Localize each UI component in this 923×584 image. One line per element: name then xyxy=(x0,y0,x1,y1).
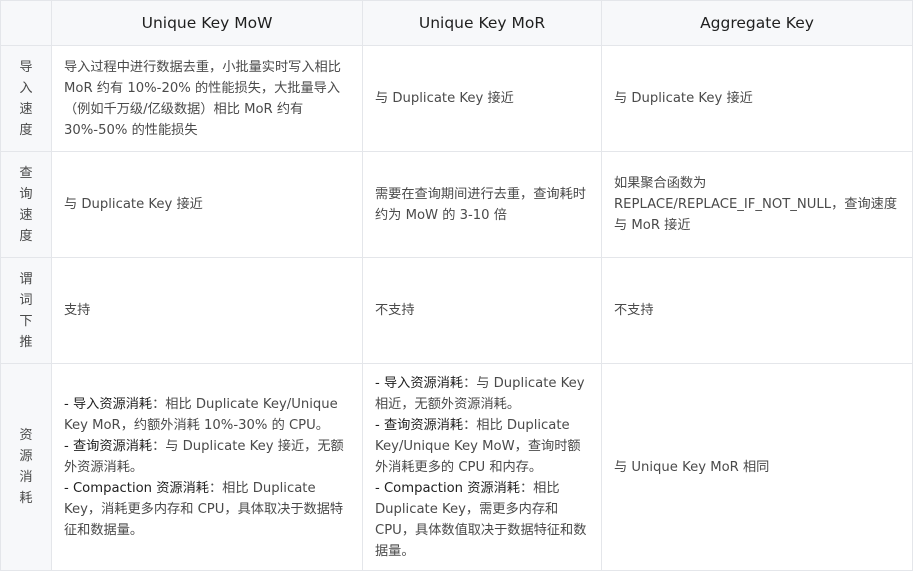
comparison-table: Unique Key MoW Unique Key MoR Aggregate … xyxy=(0,0,913,571)
header-aggregate-key: Aggregate Key xyxy=(601,0,913,46)
resource-line: - 导入资源消耗：相比 Duplicate Key/Unique Key MoR… xyxy=(64,394,350,436)
header-unique-key-mow: Unique Key MoW xyxy=(51,0,363,46)
table-cell: 与 Unique Key MoR 相同 xyxy=(601,363,913,571)
row-label-import-speed: 导入速度 xyxy=(0,45,52,152)
table-row: 资源消耗 - 导入资源消耗：相比 Duplicate Key/Unique Ke… xyxy=(0,363,913,571)
table-row: 导入速度 导入过程中进行数据去重，小批量实时写入相比 MoR 约有 10%-20… xyxy=(0,45,913,152)
resource-key: - Compaction 资源消耗 xyxy=(64,480,209,496)
table-cell: 不支持 xyxy=(362,257,602,364)
table-cell: - 导入资源消耗：与 Duplicate Key 相近，无额外资源消耗。 - 查… xyxy=(362,363,602,571)
table-row: 查询速度 与 Duplicate Key 接近 需要在查询期间进行去重，查询耗时… xyxy=(0,151,913,258)
resource-key: - 导入资源消耗 xyxy=(64,396,153,412)
header-row: Unique Key MoW Unique Key MoR Aggregate … xyxy=(0,0,913,46)
resource-line: - Compaction 资源消耗：相比 Duplicate Key，消耗更多内… xyxy=(64,478,350,541)
table-cell: 支持 xyxy=(51,257,363,364)
row-label-text: 谓词下推 xyxy=(19,271,33,350)
table-row: 谓词下推 支持 不支持 不支持 xyxy=(0,257,913,364)
resource-line: - Compaction 资源消耗：相比 Duplicate Key，需更多内存… xyxy=(375,478,589,562)
row-label-predicate-pushdown: 谓词下推 xyxy=(0,257,52,364)
row-label-query-speed: 查询速度 xyxy=(0,151,52,258)
table-cell: 与 Duplicate Key 接近 xyxy=(51,151,363,258)
resource-line: - 导入资源消耗：与 Duplicate Key 相近，无额外资源消耗。 xyxy=(375,373,589,415)
resource-key: - 查询资源消耗 xyxy=(64,438,153,454)
table-cell: 如果聚合函数为 REPLACE/REPLACE_IF_NOT_NULL，查询速度… xyxy=(601,151,913,258)
resource-key: - 导入资源消耗 xyxy=(375,375,464,391)
row-label-text: 资源消耗 xyxy=(19,428,33,506)
row-label-text: 导入速度 xyxy=(19,59,33,138)
row-label-text: 查询速度 xyxy=(19,165,33,244)
table-cell: 与 Duplicate Key 接近 xyxy=(601,45,913,152)
resource-line: - 查询资源消耗：与 Duplicate Key 接近，无额外资源消耗。 xyxy=(64,436,350,478)
table-cell: 导入过程中进行数据去重，小批量实时写入相比 MoR 约有 10%-20% 的性能… xyxy=(51,45,363,152)
resource-key: - Compaction 资源消耗 xyxy=(375,480,520,496)
table-cell: 不支持 xyxy=(601,257,913,364)
table-cell: - 导入资源消耗：相比 Duplicate Key/Unique Key MoR… xyxy=(51,363,363,571)
resource-key: - 查询资源消耗 xyxy=(375,417,464,433)
row-label-resource-usage: 资源消耗 xyxy=(0,363,52,571)
resource-line: - 查询资源消耗：相比 Duplicate Key/Unique Key MoW… xyxy=(375,415,589,478)
header-corner xyxy=(0,0,52,46)
header-unique-key-mor: Unique Key MoR xyxy=(362,0,602,46)
table-cell: 需要在查询期间进行去重，查询耗时约为 MoW 的 3-10 倍 xyxy=(362,151,602,258)
table-cell: 与 Duplicate Key 接近 xyxy=(362,45,602,152)
